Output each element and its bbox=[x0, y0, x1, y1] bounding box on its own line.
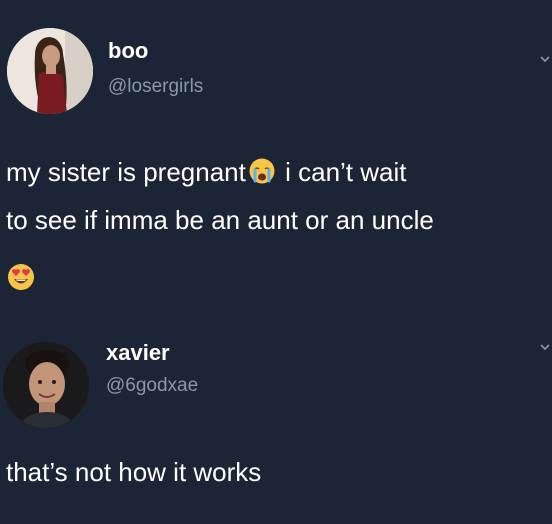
tweet-text: my sister is pregnant i can’t wait to se… bbox=[6, 150, 434, 242]
tweet-text: that’s not how it works bbox=[6, 457, 262, 487]
tweet-text-line-2: to see if imma be an aunt or an uncle bbox=[6, 205, 434, 235]
chevron-down-icon[interactable] bbox=[540, 54, 550, 64]
tweet-xavier[interactable]: xavier @6godxae that’s not how it works bbox=[0, 322, 552, 524]
avatar-boo-image bbox=[7, 28, 93, 114]
tweet-text-part-1: my sister is pregnant bbox=[6, 157, 246, 187]
tweet-text-part-2: i can’t wait bbox=[285, 157, 407, 187]
tweet-boo[interactable]: boo @losergirls my sister is pregnant i … bbox=[0, 0, 552, 322]
tweet-text-line-1: my sister is pregnant i can’t wait bbox=[6, 150, 434, 198]
display-name[interactable]: boo bbox=[108, 38, 148, 64]
display-name[interactable]: xavier bbox=[106, 340, 170, 366]
handle[interactable]: @losergirls bbox=[108, 76, 203, 98]
chevron-down-icon[interactable] bbox=[540, 342, 550, 352]
handle[interactable]: @6godxae bbox=[106, 375, 198, 397]
heart-eyes-emoji-icon bbox=[6, 262, 36, 297]
avatar-boo[interactable] bbox=[7, 28, 93, 114]
avatar-xavier-image bbox=[3, 342, 89, 428]
crying-face-emoji-icon bbox=[248, 154, 276, 198]
avatar-xavier[interactable] bbox=[3, 342, 89, 428]
